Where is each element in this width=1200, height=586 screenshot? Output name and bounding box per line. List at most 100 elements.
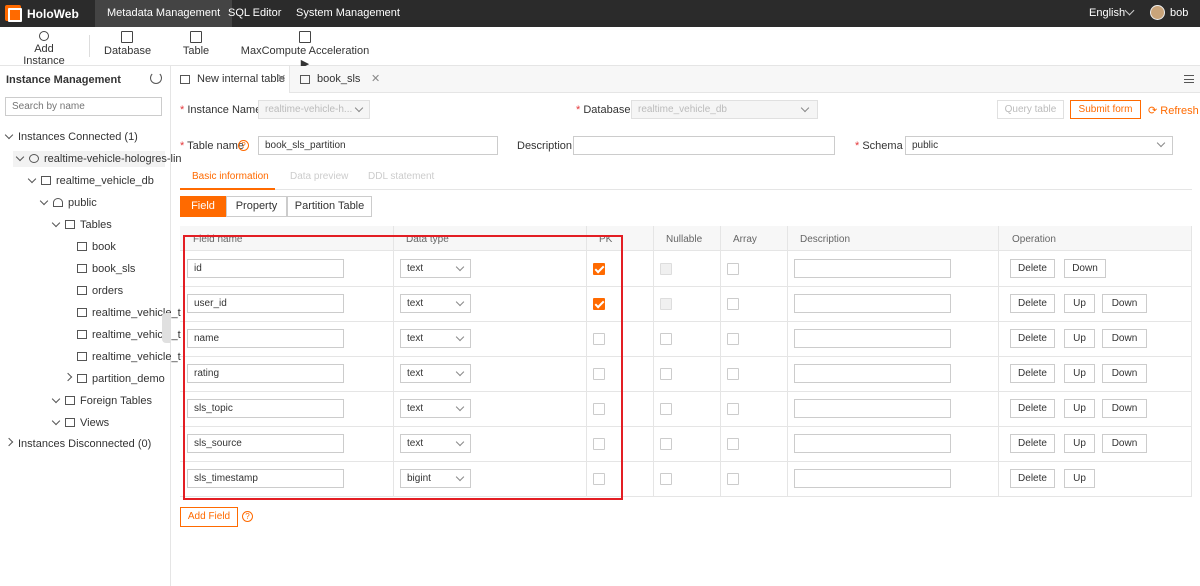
description-input[interactable] [794,259,951,278]
nullable-checkbox[interactable] [660,298,672,310]
sidebar-collapse-handle[interactable] [162,313,171,343]
tab-data-preview[interactable]: Data preview [290,171,348,182]
description-input[interactable] [794,469,951,488]
tree-instances-connected[interactable]: Instances Connected (1) [4,130,138,143]
user-name[interactable]: bob [1170,7,1188,19]
tree-table-item[interactable]: partition_demo [63,372,165,385]
array-checkbox[interactable] [727,298,739,310]
description-input[interactable] [794,434,951,453]
chevron-down-icon[interactable] [51,416,61,426]
description-input[interactable] [794,329,951,348]
up-button[interactable]: Up [1064,329,1095,348]
up-button[interactable]: Up [1064,364,1095,383]
chevron-down-icon[interactable] [39,196,49,206]
delete-button[interactable]: Delete [1010,259,1055,278]
search-input[interactable] [5,97,162,116]
instance-name-select[interactable]: realtime-vehicle-h... [258,100,370,119]
down-button[interactable]: Down [1102,364,1147,383]
query-table-button[interactable]: Query table [997,100,1064,119]
tab-basic-information[interactable]: Basic information [192,171,269,182]
add-instance-button[interactable]: Add Instance [13,31,75,67]
nullable-checkbox[interactable] [660,438,672,450]
down-button[interactable]: Down [1102,399,1147,418]
maxcompute-acceleration-button[interactable]: MaxCompute Acceleration ▶ [240,31,370,70]
chevron-down-icon[interactable] [51,394,61,404]
refresh-icon[interactable] [150,72,162,84]
down-button[interactable]: Down [1102,434,1147,453]
nav-sql-editor[interactable]: SQL Editor [216,0,293,27]
close-icon[interactable]: ✕ [277,66,286,93]
menu-icon[interactable] [1184,75,1194,83]
description-input[interactable] [794,399,951,418]
up-button[interactable]: Up [1064,469,1095,488]
language-selector[interactable]: English [1089,7,1125,19]
chevron-down-icon[interactable] [4,130,14,140]
tree-table-item[interactable]: book_sls [77,263,135,275]
description-input[interactable] [573,136,835,155]
description-input[interactable] [794,294,951,313]
array-checkbox[interactable] [727,333,739,345]
chevron-right-icon[interactable] [4,437,14,447]
submit-form-button[interactable]: Submit form [1070,100,1141,119]
segment-property[interactable]: Property [226,196,287,217]
database-button[interactable]: Database [104,31,151,57]
array-checkbox[interactable] [727,438,739,450]
down-button[interactable]: Down [1064,259,1106,278]
tree-instances-disconnected[interactable]: Instances Disconnected (0) [4,437,151,450]
chevron-down-icon[interactable] [27,174,37,184]
tree-table-item[interactable]: orders [77,285,123,297]
avatar[interactable] [1150,5,1165,20]
array-checkbox[interactable] [727,473,739,485]
tree-views[interactable]: Views [51,416,109,429]
schema-select[interactable]: public [905,136,1173,155]
database-select[interactable]: realtime_vehicle_db [631,100,818,119]
up-button[interactable]: Up [1064,294,1095,313]
nullable-checkbox[interactable] [660,263,672,275]
help-icon[interactable]: ? [238,140,249,151]
tab-book-sls[interactable]: book_sls ✕ [291,66,381,93]
close-icon[interactable]: ✕ [371,66,380,93]
up-button[interactable]: Up [1064,399,1095,418]
segment-partition-table[interactable]: Partition Table [287,196,372,217]
label-text: Database [583,104,631,116]
help-icon[interactable]: ? [242,511,253,522]
nullable-checkbox[interactable] [660,403,672,415]
chevron-down-icon[interactable] [1124,5,1135,16]
tree-schema[interactable]: public [39,196,97,209]
segment-field[interactable]: Field [180,196,226,217]
tree-database[interactable]: realtime_vehicle_db [27,174,154,187]
delete-button[interactable]: Delete [1010,469,1055,488]
refresh-button[interactable]: ⟳ Refresh [1148,104,1199,117]
chevron-right-icon[interactable] [63,372,73,382]
nav-system-management[interactable]: System Management [284,0,412,27]
chevron-down-icon[interactable] [51,218,61,228]
array-checkbox[interactable] [727,403,739,415]
up-button[interactable]: Up [1064,434,1095,453]
nullable-checkbox[interactable] [660,473,672,485]
nav-metadata-management[interactable]: Metadata Management [95,0,233,27]
add-field-button[interactable]: Add Field [180,507,238,527]
delete-button[interactable]: Delete [1010,399,1055,418]
array-checkbox[interactable] [727,263,739,275]
tree-instance[interactable]: realtime-vehicle-hologres-lin [15,152,182,165]
tab-new-internal-table[interactable]: New internal table ✕ [171,66,290,93]
down-button[interactable]: Down [1102,294,1147,313]
table-name-input[interactable]: book_sls_partition [258,136,498,155]
array-checkbox[interactable] [727,368,739,380]
tree-foreign-tables[interactable]: Foreign Tables [51,394,152,407]
nullable-checkbox[interactable] [660,368,672,380]
tree-table-item[interactable]: realtime_vehicle_t [77,351,181,363]
down-button[interactable]: Down [1102,329,1147,348]
column-divider [998,226,999,497]
delete-button[interactable]: Delete [1010,434,1055,453]
tab-ddl-statement[interactable]: DDL statement [368,171,434,182]
delete-button[interactable]: Delete [1010,329,1055,348]
nullable-checkbox[interactable] [660,333,672,345]
description-input[interactable] [794,364,951,383]
delete-button[interactable]: Delete [1010,364,1055,383]
tree-table-item[interactable]: book [77,241,116,253]
delete-button[interactable]: Delete [1010,294,1055,313]
tree-tables[interactable]: Tables [51,218,112,231]
table-button[interactable]: Table [180,31,212,57]
chevron-down-icon[interactable] [15,152,25,162]
